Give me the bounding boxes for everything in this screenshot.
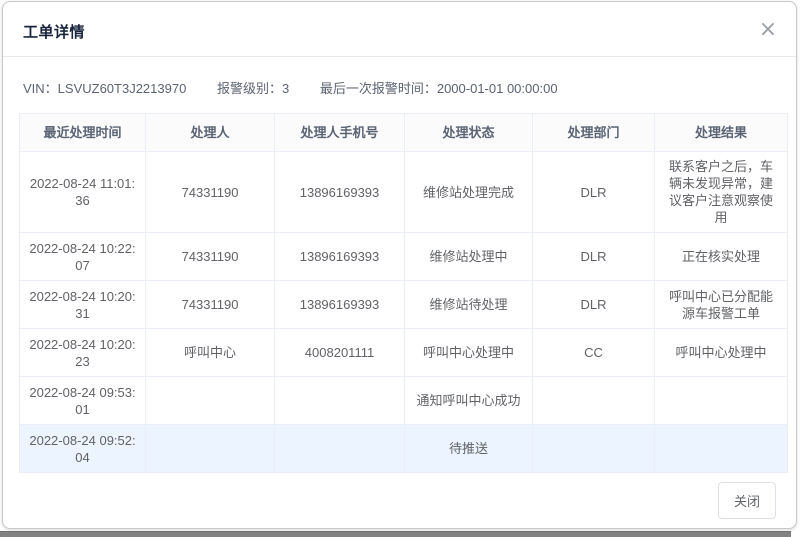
cell-time: 2022-08-24 10:20:31 [20,281,146,329]
cell-handler: 74331190 [146,152,275,233]
alarm-level-field: 报警级别：3 [217,81,289,96]
vin-value: LSVUZ60T3J2213970 [58,81,187,96]
last-alarm-time-field: 最后一次报警时间：2000-01-01 00:00:00 [320,81,558,96]
cell-result [655,425,788,473]
cell-phone: 4008201111 [275,329,405,377]
last-alarm-time-label: 最后一次报警时间： [320,81,437,96]
dialog-title: 工单详情 [23,24,85,41]
table-row: 2022-08-24 10:22:07 74331190 13896169393… [20,233,788,281]
cell-status: 维修站处理完成 [405,152,533,233]
cell-dept [533,377,655,425]
cell-time: 2022-08-24 09:52:04 [20,425,146,473]
last-alarm-time-value: 2000-01-01 00:00:00 [437,81,558,96]
cell-phone [275,425,405,473]
table-row-highlighted: 2022-08-24 09:52:04 待推送 [20,425,788,473]
cell-handler: 74331190 [146,281,275,329]
cell-phone: 13896169393 [275,281,405,329]
cell-status: 维修站处理中 [405,233,533,281]
column-header-time: 最近处理时间 [20,114,146,152]
cell-dept: CC [533,329,655,377]
cell-result: 联系客户之后，车辆未发现异常，建议客户注意观察使用 [655,152,788,233]
table-row: 2022-08-24 10:20:23 呼叫中心 4008201111 呼叫中心… [20,329,788,377]
cell-handler [146,377,275,425]
cell-phone: 13896169393 [275,233,405,281]
cell-result [655,377,788,425]
cell-result: 呼叫中心已分配能源车报警工单 [655,281,788,329]
cell-phone: 13896169393 [275,152,405,233]
cell-result: 正在核实处理 [655,233,788,281]
close-button[interactable]: 关闭 [718,482,776,519]
alarm-level-value: 3 [282,81,289,96]
column-header-result: 处理结果 [655,114,788,152]
cell-time: 2022-08-24 11:01:36 [20,152,146,233]
horizontal-scrollbar[interactable] [0,531,791,537]
vin-field: VIN：LSVUZ60T3J2213970 [23,81,186,96]
column-header-handler: 处理人 [146,114,275,152]
cell-dept: DLR [533,233,655,281]
cell-handler: 呼叫中心 [146,329,275,377]
cell-dept [533,425,655,473]
alarm-info-line: VIN：LSVUZ60T3J2213970 报警级别：3 最后一次报警时间：20… [3,57,796,97]
close-icon[interactable]: × [754,16,782,44]
processing-history-table: 最近处理时间 处理人 处理人手机号 处理状态 处理部门 处理结果 2022-08… [19,113,788,473]
cell-status: 待推送 [405,425,533,473]
cell-time: 2022-08-24 10:20:23 [20,329,146,377]
cell-status: 通知呼叫中心成功 [405,377,533,425]
cell-status: 维修站待处理 [405,281,533,329]
cell-dept: DLR [533,281,655,329]
cell-handler [146,425,275,473]
column-header-phone: 处理人手机号 [275,114,405,152]
table-row: 2022-08-24 11:01:36 74331190 13896169393… [20,152,788,233]
table-row: 2022-08-24 10:20:31 74331190 13896169393… [20,281,788,329]
work-order-detail-dialog: 工单详情 × VIN：LSVUZ60T3J2213970 报警级别：3 最后一次… [2,1,797,529]
cell-dept: DLR [533,152,655,233]
cell-handler: 74331190 [146,233,275,281]
dialog-footer: 关闭 [718,482,776,519]
alarm-level-label: 报警级别： [217,81,282,96]
cell-time: 2022-08-24 09:53:01 [20,377,146,425]
cell-phone [275,377,405,425]
vin-label: VIN： [23,81,58,96]
dialog-header: 工单详情 × [3,2,796,57]
column-header-status: 处理状态 [405,114,533,152]
cell-status: 呼叫中心处理中 [405,329,533,377]
cell-time: 2022-08-24 10:22:07 [20,233,146,281]
cell-result: 呼叫中心处理中 [655,329,788,377]
table-header-row: 最近处理时间 处理人 处理人手机号 处理状态 处理部门 处理结果 [20,114,788,152]
table-row: 2022-08-24 09:53:01 通知呼叫中心成功 [20,377,788,425]
column-header-dept: 处理部门 [533,114,655,152]
